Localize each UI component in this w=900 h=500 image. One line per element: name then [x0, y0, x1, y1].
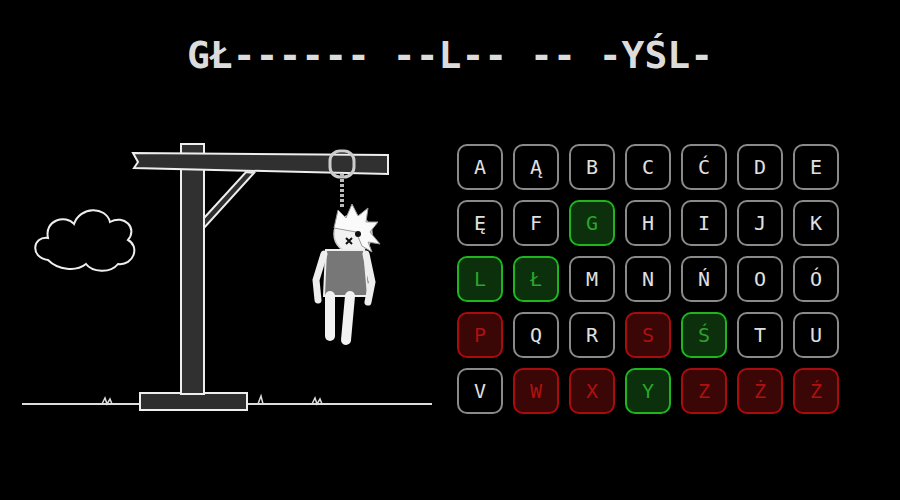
ground-icon — [22, 393, 432, 410]
letter-key[interactable]: B — [569, 144, 615, 190]
letter-key[interactable]: W — [513, 368, 559, 414]
letter-key[interactable]: M — [569, 256, 615, 302]
letter-key[interactable]: J — [737, 200, 783, 246]
letter-key[interactable]: A — [457, 144, 503, 190]
letter-key[interactable]: G — [569, 200, 615, 246]
letter-key[interactable]: N — [625, 256, 671, 302]
letter-key[interactable]: Ś — [681, 312, 727, 358]
letter-key[interactable]: Ó — [793, 256, 839, 302]
hangman-game: GŁ------ --L-- -- -YŚL- AĄBCĆDE ĘFGHIJK LŁM… — [0, 0, 900, 500]
letter-key[interactable]: Z — [681, 368, 727, 414]
letter-key[interactable]: S — [625, 312, 671, 358]
letter-key[interactable]: O — [737, 256, 783, 302]
puzzle-word: GŁ------ --L-- -- -YŚL- — [187, 33, 713, 77]
letter-key[interactable]: V — [457, 368, 503, 414]
letter-key[interactable]: L — [457, 256, 503, 302]
letter-key[interactable]: R — [569, 312, 615, 358]
letter-key[interactable]: Ż — [737, 368, 783, 414]
letter-key[interactable]: F — [513, 200, 559, 246]
letter-keyboard: AĄBCĆDE ĘFGHIJK LŁMNŃOÓ PQRSŚTU VWXYZŻŹ — [457, 144, 839, 414]
gallows-icon — [0, 110, 452, 430]
letter-key[interactable]: I — [681, 200, 727, 246]
letter-key[interactable]: H — [625, 200, 671, 246]
legs-icon — [330, 296, 350, 340]
letter-key[interactable]: Ł — [513, 256, 559, 302]
game-area: AĄBCĆDE ĘFGHIJK LŁMNŃOÓ PQRSŚTU VWXYZŻŹ — [0, 110, 900, 430]
letter-key[interactable]: T — [737, 312, 783, 358]
rope-icon — [330, 151, 354, 208]
letter-key[interactable]: U — [793, 312, 839, 358]
post-icon — [181, 144, 204, 394]
letter-key[interactable]: Ę — [457, 200, 503, 246]
letter-key[interactable]: Ń — [681, 256, 727, 302]
letter-key[interactable]: Q — [513, 312, 559, 358]
letter-key[interactable]: C — [625, 144, 671, 190]
letter-key[interactable]: Ć — [681, 144, 727, 190]
cloud-icon — [35, 210, 134, 271]
letter-key[interactable]: Ą — [513, 144, 559, 190]
letter-key[interactable]: K — [793, 200, 839, 246]
letter-key[interactable]: P — [457, 312, 503, 358]
letter-key[interactable]: Ź — [793, 368, 839, 414]
head-icon — [334, 204, 380, 253]
letter-key[interactable]: Y — [625, 368, 671, 414]
body-icon — [316, 250, 372, 302]
letter-key[interactable]: X — [569, 368, 615, 414]
letter-key[interactable]: D — [737, 144, 783, 190]
puzzle-row: GŁ------ --L-- -- -YŚL- — [0, 0, 900, 110]
letter-key[interactable]: E — [793, 144, 839, 190]
